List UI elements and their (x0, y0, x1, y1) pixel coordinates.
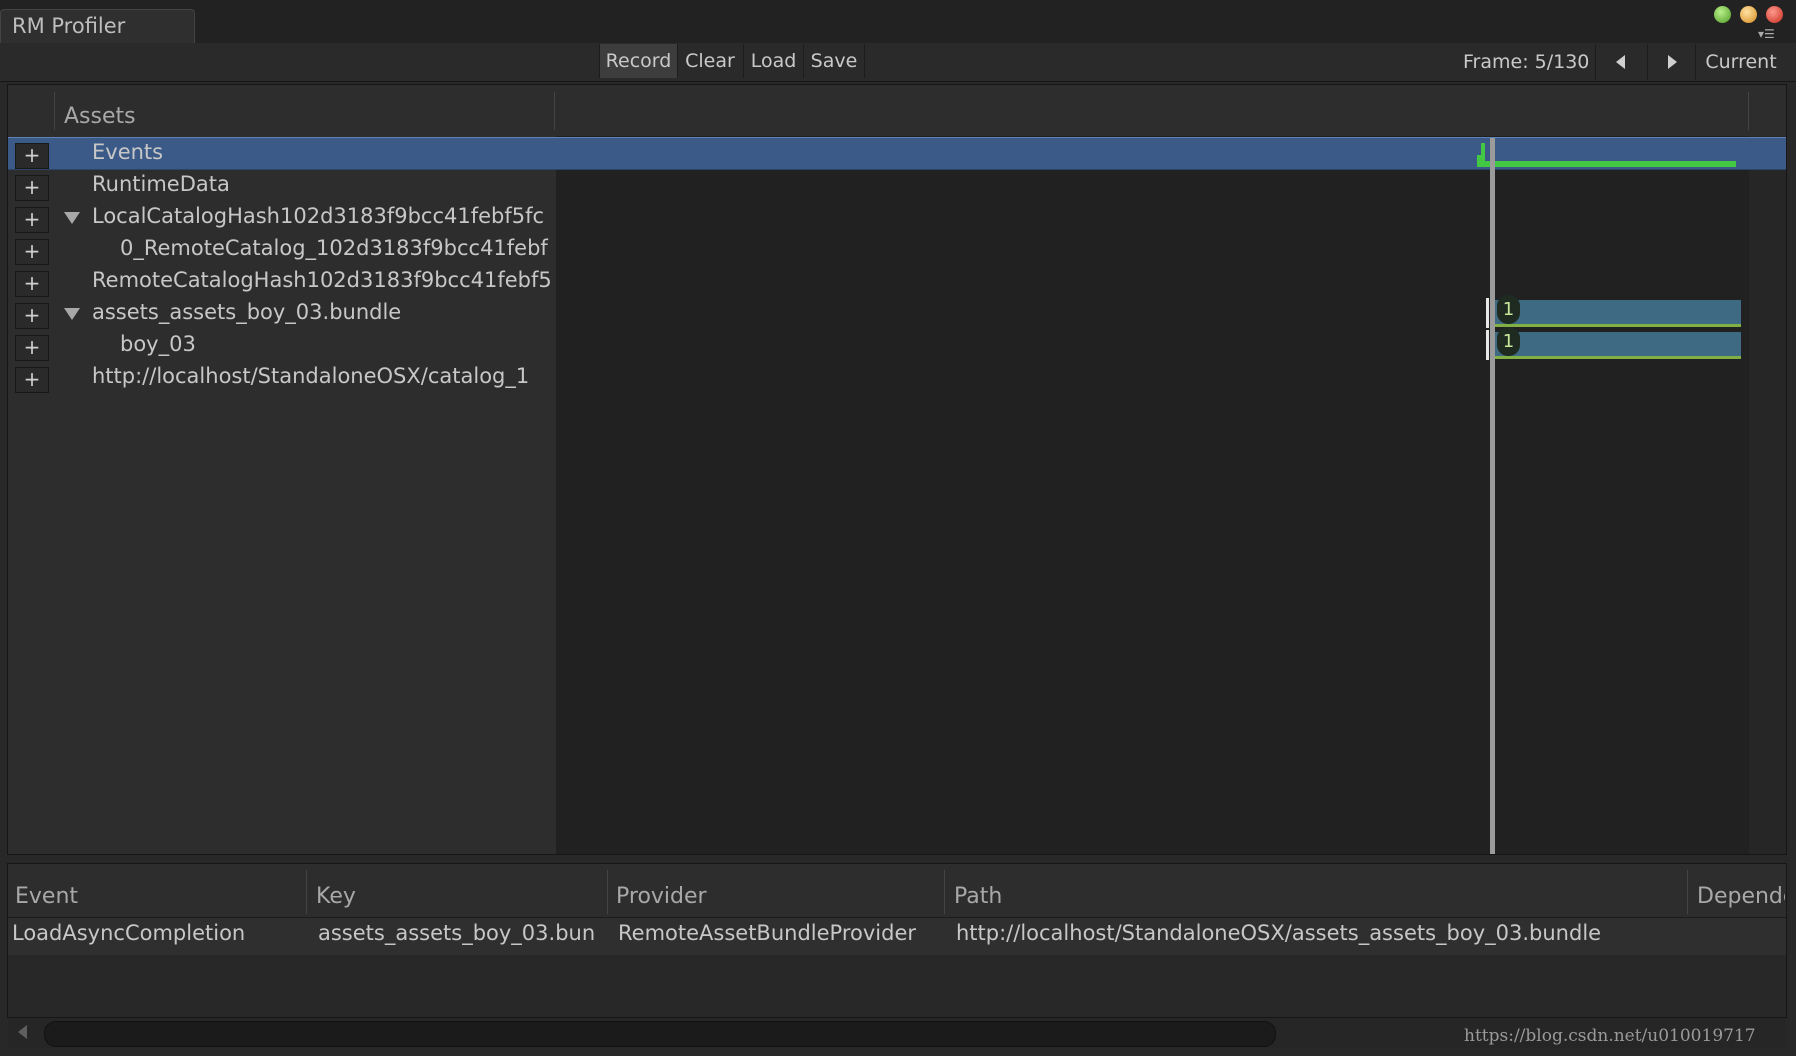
event-table-header (8, 864, 1786, 918)
cell-event: LoadAsyncCompletion (12, 921, 246, 945)
save-button[interactable]: Save (804, 44, 865, 78)
column-header-key[interactable]: Key (316, 884, 356, 909)
window-menu-icon[interactable]: ▾☰ (1758, 27, 1784, 41)
minimize-button[interactable] (1739, 5, 1758, 24)
header-divider[interactable] (554, 92, 555, 130)
title-bar (0, 0, 1796, 44)
scroll-left-arrow-icon[interactable] (18, 1025, 27, 1039)
expand-plus-icon[interactable]: + (15, 207, 49, 233)
timeline-right-gutter (1749, 136, 1786, 854)
load-button[interactable]: Load (744, 44, 804, 78)
watermark-text: https://blog.csdn.net/u010019717 (1464, 1026, 1756, 1046)
expand-plus-icon[interactable]: + (15, 303, 49, 329)
asset-load-bar[interactable] (1493, 332, 1741, 359)
frame-counter: Frame: 5/130 (1463, 51, 1590, 73)
tree-item-runtime-data[interactable]: RuntimeData (92, 172, 552, 196)
tree-header-row (8, 85, 1786, 137)
tree-item-remote-catalog-hash[interactable]: RemoteCatalogHash102d3183f9bcc41febf5 (92, 268, 552, 292)
record-button[interactable]: Record (599, 44, 678, 78)
clear-button[interactable]: Clear (677, 44, 744, 78)
window-title-tab[interactable]: RM Profiler (0, 9, 195, 43)
column-header-event[interactable]: Event (15, 884, 78, 909)
arrow-left-icon (1616, 55, 1625, 69)
next-frame-button[interactable] (1648, 44, 1696, 80)
column-divider[interactable] (607, 870, 608, 914)
header-divider[interactable] (1748, 92, 1749, 130)
frame-playhead[interactable] (1490, 138, 1495, 854)
load-start-tick (1486, 298, 1489, 328)
expand-plus-icon[interactable]: + (15, 175, 49, 201)
tree-item-bundle[interactable]: assets_assets_boy_03.bundle (92, 300, 552, 324)
tree-item-catalog-url[interactable]: http://localhost/StandaloneOSX/catalog_1 (92, 364, 552, 388)
foldout-expanded-icon[interactable] (64, 308, 80, 320)
assets-column-header[interactable]: Assets (64, 104, 136, 129)
tree-item-local-catalog-hash[interactable]: LocalCatalogHash102d3183f9bcc41febf5fc (92, 204, 552, 228)
current-frame-button[interactable]: Current (1696, 44, 1786, 80)
cell-key: assets_assets_boy_03.bun (318, 921, 596, 945)
tree-item-boy-03[interactable]: boy_03 (120, 332, 552, 356)
reference-count-badge: 1 (1497, 327, 1520, 356)
column-header-dependencies[interactable]: Depende (1697, 884, 1785, 909)
expand-plus-icon[interactable]: + (15, 335, 49, 361)
load-start-tick (1486, 330, 1489, 360)
reference-count-badge: 1 (1497, 295, 1520, 324)
previous-frame-button[interactable] (1596, 44, 1648, 80)
column-divider[interactable] (944, 870, 945, 914)
timeline-graph[interactable] (556, 136, 1749, 854)
column-header-provider[interactable]: Provider (616, 884, 707, 909)
header-divider[interactable] (54, 92, 55, 130)
expand-plus-icon[interactable]: + (15, 271, 49, 297)
close-button[interactable] (1765, 5, 1784, 24)
column-divider[interactable] (1687, 870, 1688, 914)
scrollbar-thumb[interactable] (44, 1021, 1276, 1047)
column-divider[interactable] (306, 870, 307, 914)
maximize-button[interactable] (1713, 5, 1732, 24)
cell-provider: RemoteAssetBundleProvider (618, 921, 916, 945)
bundle-load-bar[interactable] (1493, 300, 1741, 327)
foldout-expanded-icon[interactable] (64, 212, 80, 224)
expand-plus-icon[interactable]: + (15, 239, 49, 265)
expand-plus-icon[interactable]: + (15, 143, 49, 169)
column-header-path[interactable]: Path (954, 884, 1002, 909)
cell-path: http://localhost/StandaloneOSX/assets_as… (956, 921, 1602, 945)
tree-item-events[interactable]: Events (92, 140, 552, 164)
tree-item-remote-catalog[interactable]: 0_RemoteCatalog_102d3183f9bcc41febf (120, 236, 552, 260)
arrow-right-icon (1668, 55, 1677, 69)
event-timeline-line (1477, 161, 1736, 167)
expand-plus-icon[interactable]: + (15, 367, 49, 393)
